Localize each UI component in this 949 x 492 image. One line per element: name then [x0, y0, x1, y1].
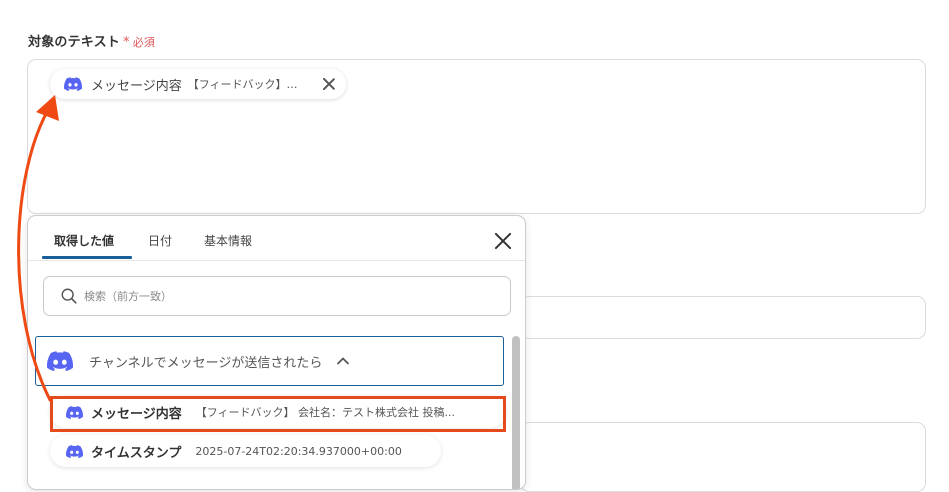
item-name: メッセージ内容 — [91, 406, 182, 422]
chip-detail: 【フィードバック】会社名：テスト株式会社 投稿... — [187, 78, 306, 91]
tab-acquired-values[interactable]: 取得した値 — [54, 232, 114, 249]
required-mark: * — [123, 35, 130, 50]
tab-date[interactable]: 日付 — [148, 232, 172, 249]
field-label: 対象のテキスト * 必須 — [28, 31, 155, 50]
scrollbar[interactable] — [512, 336, 520, 489]
value-picker-popover: 取得した値 日付 基本情報 チャンネルでメッセージが送信されたら メッセージ内容… — [27, 215, 526, 490]
field-label-text: 対象のテキスト — [28, 35, 121, 50]
active-tab-indicator — [42, 256, 132, 259]
chevron-up-icon — [337, 357, 350, 365]
tab-basic-info[interactable]: 基本情報 — [204, 232, 252, 249]
discord-icon — [66, 405, 83, 419]
search-input[interactable] — [82, 288, 486, 304]
chip-title: メッセージ内容 — [91, 78, 182, 94]
value-chip[interactable]: メッセージ内容 【フィードバック】会社名：テスト株式会社 投稿... — [50, 69, 346, 99]
search-icon — [61, 288, 77, 304]
item-value: 【フィードバック】 会社名：テスト株式会社 投稿... — [195, 406, 456, 419]
close-icon[interactable] — [494, 232, 512, 250]
required-text: 必須 — [132, 36, 156, 49]
item-name: タイムスタンプ — [91, 445, 182, 461]
list-item[interactable]: メッセージ内容 【フィードバック】 会社名：テスト株式会社 投稿... — [50, 396, 506, 428]
discord-icon — [64, 77, 82, 91]
list-item[interactable]: タイムスタンプ 2025-07-24T02:20:34.937000+00:00 — [50, 435, 441, 467]
discord-icon — [47, 351, 73, 371]
background-field[interactable] — [520, 422, 926, 492]
discord-icon — [66, 444, 83, 458]
background-field[interactable] — [520, 296, 926, 339]
section-header[interactable]: チャンネルでメッセージが送信されたら — [35, 336, 504, 386]
chip-remove-icon[interactable] — [322, 77, 336, 91]
search-box[interactable] — [43, 276, 511, 316]
tab-bar: 取得した値 日付 基本情報 — [28, 216, 525, 261]
section-label: チャンネルでメッセージが送信されたら — [89, 355, 323, 371]
item-value: 2025-07-24T02:20:34.937000+00:00 — [195, 444, 402, 458]
